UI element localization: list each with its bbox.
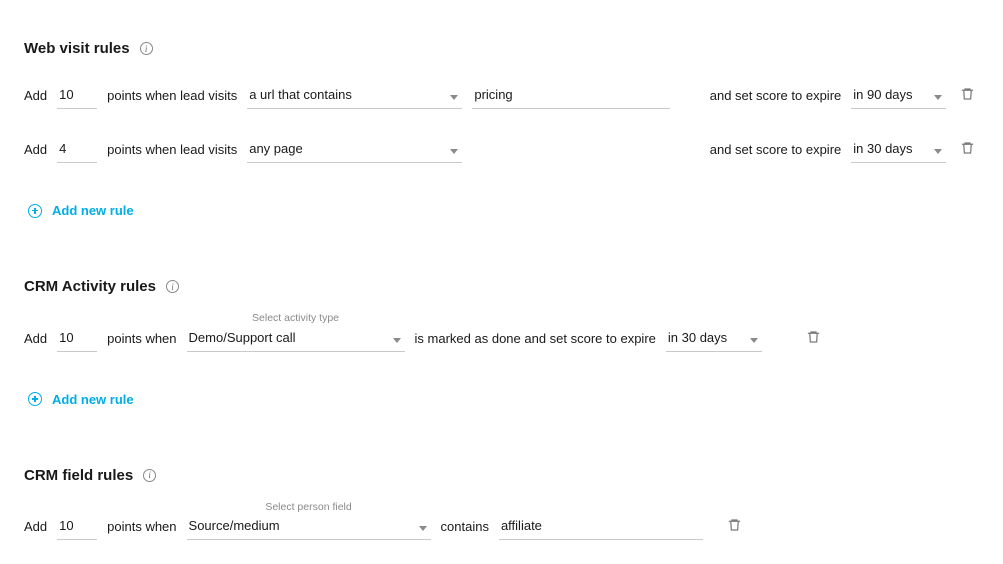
info-icon[interactable]: i xyxy=(143,469,156,482)
points-when-visits-text: points when lead visits xyxy=(107,88,237,109)
done-expire-text: is marked as done and set score to expir… xyxy=(415,331,656,352)
points-input[interactable] xyxy=(57,83,97,109)
delete-rule-button[interactable] xyxy=(956,86,979,109)
expire-value[interactable] xyxy=(851,137,946,163)
section-title-text: CRM Activity rules xyxy=(24,278,156,295)
crm-activity-rules-title: CRM Activity rules i xyxy=(24,278,979,295)
expire-value[interactable] xyxy=(851,83,946,109)
activity-type-label: Select activity type xyxy=(252,313,339,324)
add-label: Add xyxy=(24,331,47,352)
visit-condition-value[interactable] xyxy=(247,83,462,109)
activity-type-select[interactable]: Select activity type xyxy=(187,313,405,352)
points-input-wrap xyxy=(57,514,97,540)
expire-select[interactable] xyxy=(666,326,762,352)
add-new-rule-label: Add new rule xyxy=(52,203,134,218)
points-input[interactable] xyxy=(57,514,97,540)
trash-icon xyxy=(960,86,975,105)
person-field-label: Select person field xyxy=(265,502,351,513)
add-new-rule-button[interactable]: Add new rule xyxy=(28,392,134,407)
expire-select[interactable] xyxy=(851,83,946,109)
section-title-text: Web visit rules xyxy=(24,40,130,57)
visit-condition-select[interactable] xyxy=(247,137,462,163)
visit-condition-select[interactable] xyxy=(247,83,462,109)
points-when-visits-text: points when lead visits xyxy=(107,142,237,163)
visit-condition-value[interactable] xyxy=(247,137,462,163)
delete-rule-button[interactable] xyxy=(956,140,979,163)
points-input-wrap xyxy=(57,137,97,163)
activity-type-value[interactable] xyxy=(187,326,405,352)
points-when-text: points when xyxy=(107,519,176,540)
crm-activity-rule-row: Add points when Select activity type is … xyxy=(24,313,979,352)
field-value-wrap xyxy=(499,514,703,540)
crm-field-rules-title: CRM field rules i xyxy=(24,467,979,484)
trash-icon xyxy=(806,329,821,348)
expire-text: and set score to expire xyxy=(710,88,842,109)
crm-field-rule-row: Add points when Select person field cont… xyxy=(24,502,979,541)
points-input[interactable] xyxy=(57,137,97,163)
url-value-wrap xyxy=(472,83,669,109)
add-label: Add xyxy=(24,88,47,109)
plus-circle-icon xyxy=(28,392,42,406)
expire-value[interactable] xyxy=(666,326,762,352)
points-input[interactable] xyxy=(57,326,97,352)
plus-circle-icon xyxy=(28,204,42,218)
add-label: Add xyxy=(24,142,47,163)
delete-rule-button[interactable] xyxy=(723,517,746,540)
add-new-rule-button[interactable]: Add new rule xyxy=(28,203,134,218)
trash-icon xyxy=(960,140,975,159)
web-rule-row: Add points when lead visits and set scor… xyxy=(24,75,979,109)
expire-select[interactable] xyxy=(851,137,946,163)
info-icon[interactable]: i xyxy=(166,280,179,293)
add-label: Add xyxy=(24,519,47,540)
points-input-wrap xyxy=(57,326,97,352)
points-when-text: points when xyxy=(107,331,176,352)
url-value-input[interactable] xyxy=(472,83,669,109)
web-visit-rules-title: Web visit rules i xyxy=(24,40,979,57)
add-new-rule-label: Add new rule xyxy=(52,392,134,407)
contains-text: contains xyxy=(441,519,489,540)
section-title-text: CRM field rules xyxy=(24,467,133,484)
delete-rule-button[interactable] xyxy=(802,329,825,352)
expire-text: and set score to expire xyxy=(710,142,842,163)
field-value-input[interactable] xyxy=(499,514,703,540)
person-field-value[interactable] xyxy=(187,514,431,540)
trash-icon xyxy=(727,517,742,536)
info-icon[interactable]: i xyxy=(140,42,153,55)
web-rule-row: Add points when lead visits and set scor… xyxy=(24,129,979,163)
points-input-wrap xyxy=(57,83,97,109)
person-field-select[interactable]: Select person field xyxy=(187,502,431,541)
